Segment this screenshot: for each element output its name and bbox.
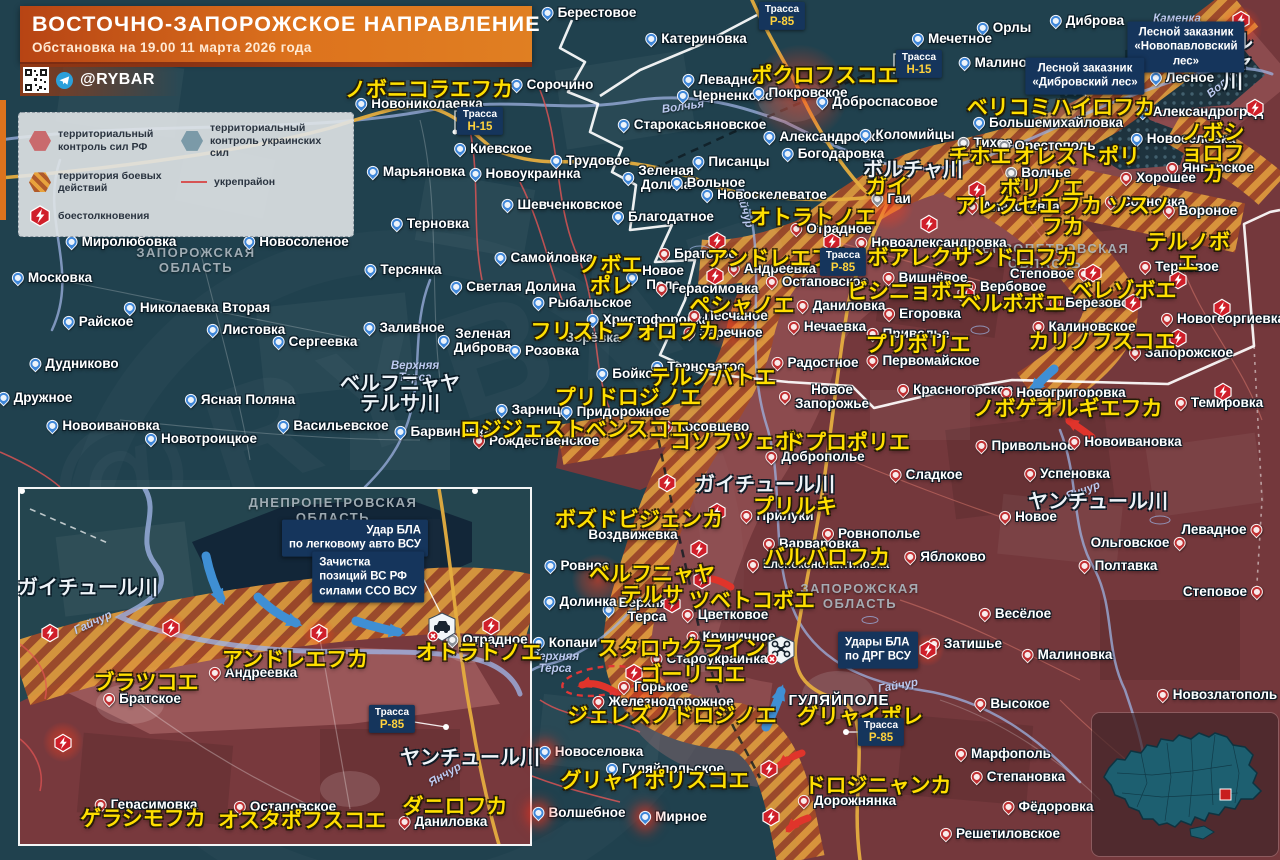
qr-code-icon: [23, 67, 49, 93]
legend-item: территориальный контроль украинских сил: [181, 122, 333, 160]
blue-attack-arrow: [1029, 364, 1059, 395]
combat-zone-icon: [29, 172, 51, 193]
red-attack-arrow: [785, 814, 812, 833]
channel-handle: @RYBAR: [80, 71, 155, 88]
blue-attack-arrow: [201, 551, 226, 606]
map-legend: территориальный контроль сил РФ территори…: [18, 112, 354, 237]
ua-control-icon: [181, 130, 203, 151]
telegram-icon: [56, 71, 73, 89]
fortified-line-icon: [181, 181, 207, 184]
clash-legend-icon: [30, 205, 50, 227]
legend-item-label: территориальный контроль украинских сил: [210, 122, 322, 160]
legend-item-label: территориальный контроль сил РФ: [58, 128, 154, 153]
legend-item-label: укрепрайон: [214, 176, 276, 189]
legend-item-label: территория боевых действий: [58, 169, 162, 195]
channel-row: @RYBAR: [20, 64, 181, 96]
legend-item-label: боестолкновения: [58, 209, 150, 222]
rf-control-icon: [29, 130, 51, 151]
legend-item: боестолкновения: [29, 205, 181, 227]
red-attack-arrow: [776, 749, 806, 769]
page-subtitle: Обстановка на 19.00 11 марта 2026 года: [32, 40, 312, 55]
header: ВОСТОЧНО-ЗАПОРОЖСКОЕ НАПРАВЛЕНИЕ Обстано…: [20, 6, 541, 67]
red-attack-arrow: [1064, 417, 1096, 441]
page-title: ВОСТОЧНО-ЗАПОРОЖСКОЕ НАПРАВЛЕНИЕ: [32, 12, 541, 36]
legend-item: укрепрайон: [181, 170, 333, 195]
accent-bar: [0, 100, 6, 220]
blue-attack-arrow: [351, 616, 405, 638]
blue-attack-arrow: [253, 592, 303, 628]
map-canvas: @RYBAR ВОСТОЧНО-ЗАПОРОЖСКОЕ НАПРАВЛЕНИЕ …: [0, 0, 1280, 860]
legend-item: территория боевых действий: [29, 170, 181, 195]
legend-item: территориальный контроль сил РФ: [29, 122, 181, 160]
red-attack-arrow: [692, 570, 735, 591]
blue-attack-arrow: [761, 684, 786, 732]
